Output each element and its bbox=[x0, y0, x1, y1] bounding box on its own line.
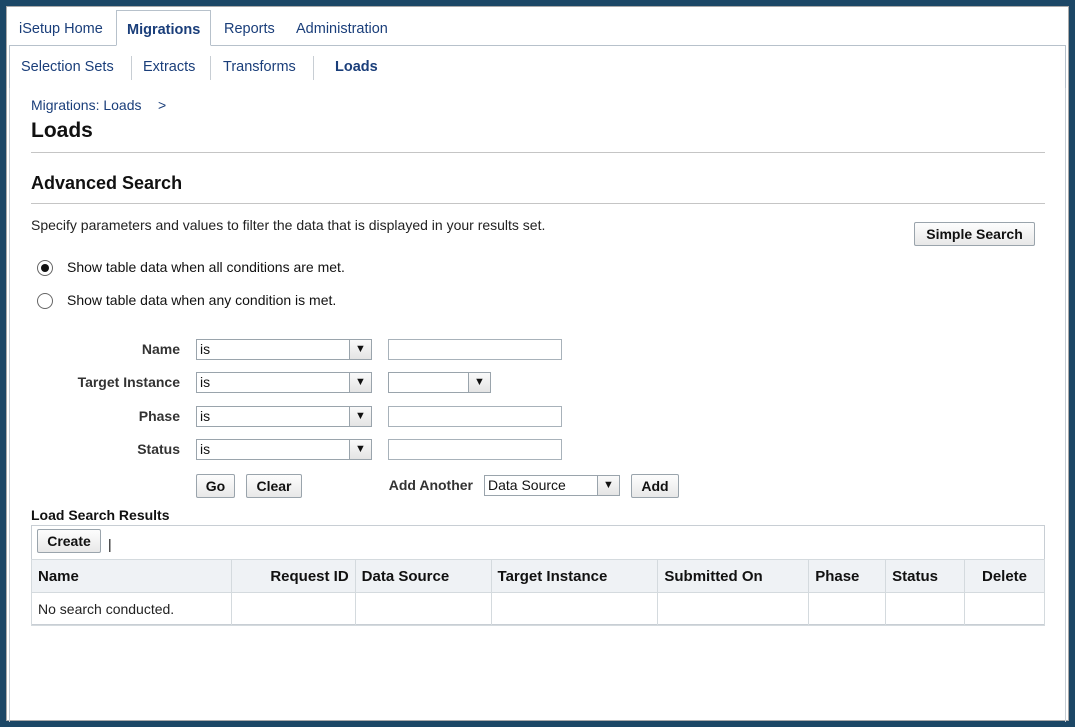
column-header-data-source[interactable]: Data Source bbox=[354, 559, 492, 593]
name-operator-value: is bbox=[200, 341, 211, 357]
create-button[interactable]: Create bbox=[37, 529, 101, 553]
target-instance-value-select[interactable]: ▼ bbox=[388, 372, 491, 393]
chevron-down-icon[interactable]: ▼ bbox=[468, 373, 490, 392]
match-all-label: Show table data when all conditions are … bbox=[67, 259, 345, 275]
toolbar-divider: | bbox=[108, 536, 112, 552]
table-cell bbox=[230, 592, 356, 626]
go-button[interactable]: Go bbox=[196, 474, 235, 498]
column-header-request-id[interactable]: Request ID bbox=[230, 559, 356, 593]
subtab-divider bbox=[210, 56, 211, 80]
column-header-submitted-on[interactable]: Submitted On bbox=[657, 559, 810, 593]
table-cell bbox=[964, 592, 1045, 626]
table-cell bbox=[490, 592, 659, 626]
chevron-down-icon[interactable]: ▼ bbox=[349, 373, 371, 392]
radio-unselected-icon[interactable] bbox=[37, 293, 53, 309]
tab-administration[interactable]: Administration bbox=[296, 10, 388, 46]
target-instance-operator-value: is bbox=[200, 374, 211, 390]
phase-value-input[interactable] bbox=[388, 406, 562, 427]
simple-search-button[interactable]: Simple Search bbox=[914, 222, 1035, 246]
phase-operator-value: is bbox=[200, 408, 211, 424]
table-cell bbox=[808, 592, 887, 626]
chevron-down-icon[interactable]: ▼ bbox=[349, 340, 371, 359]
name-label: Name bbox=[141, 341, 180, 357]
page-title: Loads bbox=[31, 119, 93, 142]
chevron-down-icon[interactable]: ▼ bbox=[349, 440, 371, 459]
match-any-label: Show table data when any condition is me… bbox=[67, 292, 337, 308]
tab-bar: iSetup Home Migrations Reports Administr… bbox=[7, 7, 1068, 46]
app-frame: iSetup Home Migrations Reports Administr… bbox=[6, 6, 1069, 722]
target-instance-label: Target Instance bbox=[77, 374, 180, 390]
tab-isetup-home[interactable]: iSetup Home bbox=[19, 10, 103, 46]
table-header-row: Name Request ID Data Source Target Insta… bbox=[31, 559, 1045, 593]
phase-operator-select[interactable]: is ▼ bbox=[196, 406, 372, 427]
column-header-name[interactable]: Name bbox=[31, 559, 232, 593]
breadcrumb-migrations-loads[interactable]: Migrations: Loads bbox=[31, 97, 142, 113]
name-operator-select[interactable]: is ▼ bbox=[196, 339, 372, 360]
table-cell bbox=[885, 592, 966, 626]
chevron-down-icon[interactable]: ▼ bbox=[597, 476, 619, 495]
tab-reports[interactable]: Reports bbox=[224, 10, 275, 46]
column-header-phase[interactable]: Phase bbox=[808, 559, 887, 593]
subtab-selection-sets[interactable]: Selection Sets bbox=[21, 59, 114, 75]
advanced-search-title: Advanced Search bbox=[31, 173, 183, 193]
tab-migrations[interactable]: Migrations bbox=[116, 10, 212, 46]
status-operator-value: is bbox=[200, 441, 211, 457]
breadcrumb-separator: > bbox=[158, 97, 167, 113]
sub-navigation: Selection Sets Extracts Transforms Loads bbox=[9, 45, 1066, 88]
add-another-select[interactable]: Data Source ▼ bbox=[484, 475, 620, 496]
title-divider bbox=[31, 152, 1045, 153]
subtab-loads[interactable]: Loads bbox=[335, 59, 378, 75]
name-value-input[interactable] bbox=[388, 339, 562, 360]
status-label: Status bbox=[137, 441, 180, 457]
chevron-down-icon[interactable]: ▼ bbox=[349, 407, 371, 426]
subtab-extracts[interactable]: Extracts bbox=[143, 59, 195, 75]
radio-selected-icon[interactable] bbox=[37, 260, 53, 276]
search-instructions: Specify parameters and values to filter … bbox=[31, 217, 546, 233]
table-cell bbox=[354, 592, 492, 626]
column-header-delete: Delete bbox=[964, 559, 1045, 593]
clear-button[interactable]: Clear bbox=[246, 474, 302, 498]
results-title: Load Search Results bbox=[31, 507, 170, 523]
section-divider bbox=[31, 203, 1045, 204]
target-instance-operator-select[interactable]: is ▼ bbox=[196, 372, 372, 393]
column-header-target-instance[interactable]: Target Instance bbox=[490, 559, 659, 593]
add-another-value: Data Source bbox=[488, 477, 566, 493]
status-value-input[interactable] bbox=[388, 439, 562, 460]
results-table: Name Request ID Data Source Target Insta… bbox=[31, 559, 1045, 626]
table-row: No search conducted. bbox=[31, 592, 1045, 626]
add-button[interactable]: Add bbox=[631, 474, 679, 498]
add-another-label: Add Another bbox=[388, 477, 473, 493]
subtab-divider bbox=[131, 56, 132, 80]
table-cell bbox=[657, 592, 810, 626]
phase-label: Phase bbox=[138, 408, 180, 424]
column-header-status[interactable]: Status bbox=[885, 559, 966, 593]
subtab-divider bbox=[313, 56, 314, 80]
status-operator-select[interactable]: is ▼ bbox=[196, 439, 372, 460]
subtab-transforms[interactable]: Transforms bbox=[223, 59, 296, 75]
empty-results-message: No search conducted. bbox=[31, 592, 232, 626]
